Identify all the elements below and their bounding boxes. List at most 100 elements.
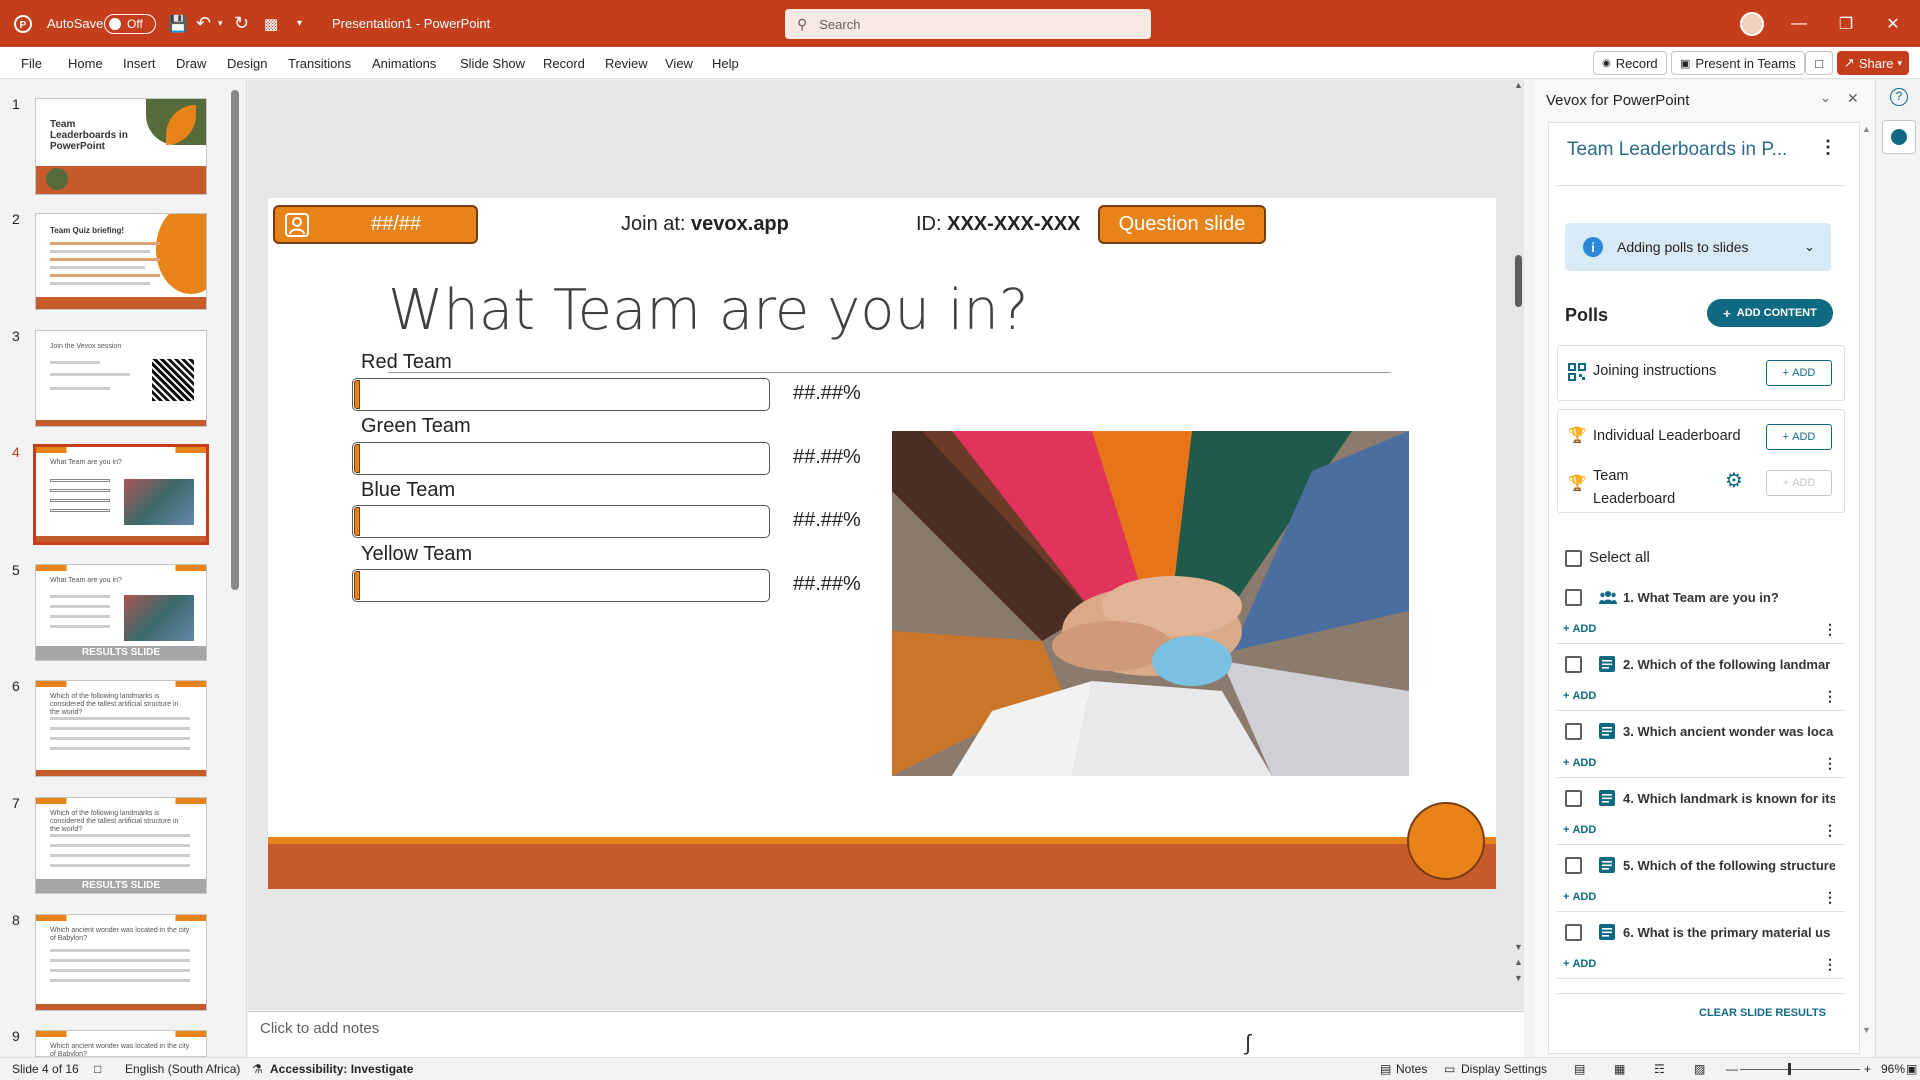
tab-help[interactable]: Help <box>712 47 739 79</box>
collapse-chevron-icon[interactable]: ⌄ <box>1820 90 1831 106</box>
comments-icon[interactable]: □ <box>1805 51 1833 75</box>
scroll-up-icon[interactable]: ▲ <box>1514 80 1523 90</box>
question-label[interactable]: 4. Which landmark is known for its <box>1623 791 1835 806</box>
zoom-out-icon[interactable]: — <box>1726 1062 1738 1076</box>
notes-pane[interactable]: Click to add notes <box>248 1011 1524 1057</box>
redo-icon[interactable]: ↻ <box>234 0 249 47</box>
tab-design[interactable]: Design <box>227 47 267 79</box>
question-checkbox[interactable] <box>1565 656 1582 673</box>
slide-thumb-7[interactable]: Which of the following landmarks is cons… <box>35 797 207 894</box>
save-icon[interactable]: 💾 <box>168 0 188 47</box>
question-label[interactable]: 1. What Team are you in? <box>1623 590 1835 605</box>
present-in-teams-button[interactable]: ▣ Present in Teams <box>1671 51 1805 75</box>
tab-slide-show[interactable]: Slide Show <box>460 47 525 79</box>
question-label[interactable]: 5. Which of the following structure <box>1623 858 1835 873</box>
thumbnail-scrollbar[interactable] <box>230 80 240 1057</box>
fit-to-window-icon[interactable]: ▣ <box>1906 1062 1917 1076</box>
slide-canvas[interactable]: ##/## Join at: vevox.app ID: XXX-XXX-XXX… <box>268 198 1496 889</box>
zoom-in-icon[interactable]: + <box>1864 1062 1871 1076</box>
question-checkbox[interactable] <box>1565 723 1582 740</box>
slide-thumb-3[interactable]: Join the Vevox session <box>35 330 207 427</box>
tab-draw[interactable]: Draw <box>176 47 206 79</box>
tab-transitions[interactable]: Transitions <box>288 47 351 79</box>
undo-dropdown-icon[interactable]: ▾ <box>218 0 223 47</box>
language[interactable]: English (South Africa) <box>125 1062 240 1076</box>
normal-view-icon[interactable]: ▤ <box>1574 1062 1585 1076</box>
slide-thumb-8[interactable]: Which ancient wonder was located in the … <box>35 914 207 1011</box>
hands-together-photo[interactable] <box>892 431 1409 776</box>
question-add-button[interactable]: + ADD <box>1563 690 1596 702</box>
close-window-icon[interactable]: ✕ <box>1870 0 1916 47</box>
info-banner[interactable]: i Adding polls to slides ⌄ <box>1565 223 1831 271</box>
question-more-icon[interactable]: ⋮ <box>1823 889 1837 906</box>
tab-file[interactable]: File <box>21 47 42 79</box>
customize-toolbar-icon[interactable]: ▾ <box>297 0 302 47</box>
add-content-button[interactable]: + ADD CONTENT <box>1707 299 1833 327</box>
vevox-addin-icon[interactable] <box>1882 120 1916 154</box>
slide-thumb-2[interactable]: Team Quiz briefing! <box>35 213 207 310</box>
display-settings-button[interactable]: Display Settings <box>1461 1062 1547 1076</box>
tab-animations[interactable]: Animations <box>372 47 436 79</box>
question-more-icon[interactable]: ⋮ <box>1823 956 1837 973</box>
tab-view[interactable]: View <box>665 47 693 79</box>
gear-icon[interactable]: ⚙ <box>1725 468 1743 493</box>
share-button[interactable]: ↗ Share ▾ <box>1837 51 1909 75</box>
question-add-button[interactable]: + ADD <box>1563 757 1596 769</box>
close-pane-icon[interactable]: ✕ <box>1847 90 1859 107</box>
help-icon[interactable]: ? <box>1890 88 1908 106</box>
question-checkbox[interactable] <box>1565 924 1582 941</box>
restore-icon[interactable]: ❐ <box>1823 0 1869 47</box>
select-all-checkbox[interactable] <box>1565 550 1582 567</box>
avatar[interactable] <box>1740 12 1764 36</box>
slide-thumb-1[interactable]: Team Leaderboards in PowerPoint <box>35 98 207 195</box>
slide-thumb-6[interactable]: Which of the following landmarks is cons… <box>35 680 207 777</box>
presentation-more-icon[interactable]: ⋮ <box>1819 137 1837 158</box>
question-checkbox[interactable] <box>1565 857 1582 874</box>
slideshow-view-icon[interactable]: ▨ <box>1694 1062 1705 1076</box>
search-box[interactable]: ⚲ Search <box>785 9 1151 39</box>
question-label[interactable]: 3. Which ancient wonder was loca <box>1623 724 1835 739</box>
slide-thumb-5[interactable]: What Team are you in? RESULTS SLIDE <box>35 564 207 661</box>
zoom-slider[interactable] <box>1740 1069 1860 1070</box>
clear-slide-results-button[interactable]: CLEAR SLIDE RESULTS <box>1699 1007 1826 1019</box>
next-slide-icon[interactable]: ▼ <box>1514 973 1523 983</box>
pane-scroll-down-icon[interactable]: ▼ <box>1862 1025 1871 1035</box>
accessibility-status[interactable]: Accessibility: Investigate <box>270 1062 413 1076</box>
slide-sorter-icon[interactable]: ▦ <box>1614 1062 1625 1076</box>
question-more-icon[interactable]: ⋮ <box>1823 822 1837 839</box>
question-more-icon[interactable]: ⋮ <box>1823 621 1837 638</box>
question-add-button[interactable]: + ADD <box>1563 891 1596 903</box>
tab-review[interactable]: Review <box>605 47 648 79</box>
add-team-leaderboard-button[interactable]: + ADD <box>1766 470 1832 496</box>
question-more-icon[interactable]: ⋮ <box>1823 688 1837 705</box>
tab-record[interactable]: Record <box>543 47 585 79</box>
pane-scroll-up-icon[interactable]: ▲ <box>1862 124 1871 134</box>
question-add-button[interactable]: + ADD <box>1563 958 1596 970</box>
question-add-button[interactable]: + ADD <box>1563 824 1596 836</box>
previous-slide-icon[interactable]: ▲ <box>1514 957 1523 967</box>
reading-view-icon[interactable]: ☶ <box>1654 1062 1665 1076</box>
minimize-icon[interactable]: — <box>1776 0 1822 47</box>
question-more-icon[interactable]: ⋮ <box>1823 755 1837 772</box>
add-joining-button[interactable]: + ADD <box>1766 360 1832 386</box>
editor-scrollbar[interactable]: ▲ ▼ ▲ ▼ <box>1512 80 1524 1010</box>
zoom-level[interactable]: 96% <box>1881 1062 1905 1076</box>
present-icon[interactable]: ▩ <box>264 0 278 47</box>
zoom-slider-handle[interactable] <box>1788 1063 1791 1075</box>
undo-icon[interactable]: ↶ <box>196 0 211 47</box>
record-button[interactable]: ◉ Record <box>1593 51 1667 75</box>
tab-insert[interactable]: Insert <box>123 47 156 79</box>
autosave-toggle[interactable]: Off <box>104 13 156 34</box>
tab-home[interactable]: Home <box>68 47 103 79</box>
question-checkbox[interactable] <box>1565 790 1582 807</box>
scroll-down-icon[interactable]: ▼ <box>1514 942 1523 952</box>
slide-thumb-4[interactable]: What Team are you in? <box>33 444 209 545</box>
question-checkbox[interactable] <box>1565 589 1582 606</box>
add-individual-leaderboard-button[interactable]: + ADD <box>1766 424 1832 450</box>
notes-button[interactable]: Notes <box>1396 1062 1427 1076</box>
question-label[interactable]: 6. What is the primary material us <box>1623 925 1835 940</box>
slide-title[interactable]: What Team are you in? <box>388 278 1029 343</box>
question-label[interactable]: 2. Which of the following landmar <box>1623 657 1835 672</box>
info-expand-icon[interactable]: ⌄ <box>1804 239 1815 255</box>
slide-thumb-9[interactable]: Which ancient wonder was located in the … <box>35 1030 207 1057</box>
